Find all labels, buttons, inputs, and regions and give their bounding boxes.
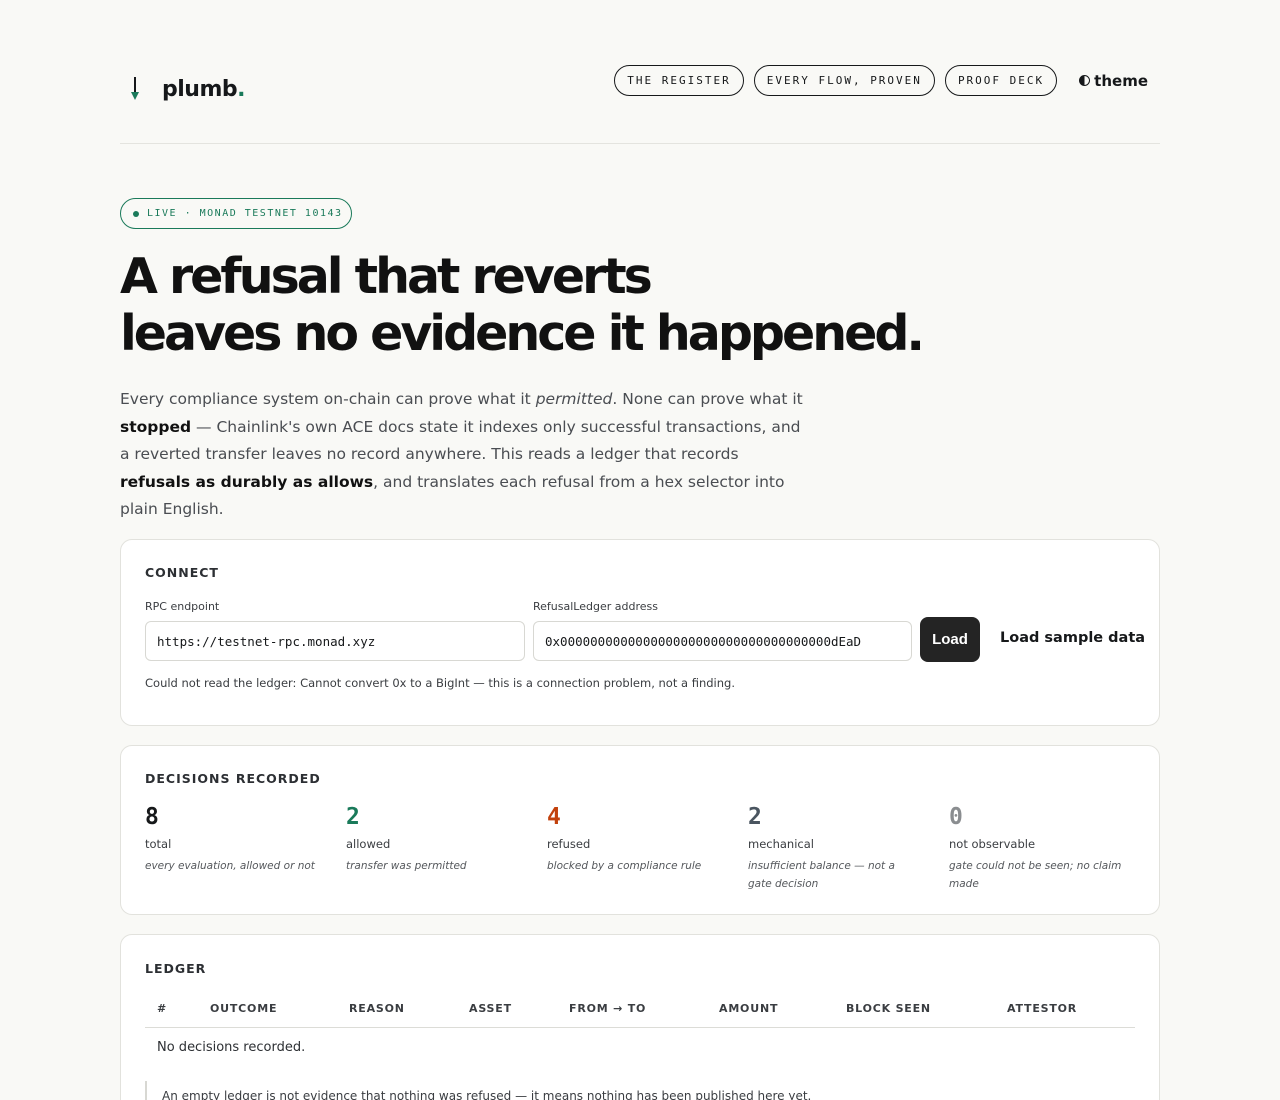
decisions-card: DECISIONS RECORDED 8 total every evaluat… — [120, 745, 1160, 915]
desc-refusals: refusals as durably as allows — [120, 472, 374, 491]
ledger-address-input[interactable] — [533, 621, 912, 661]
col-outcome[interactable]: OUTCOME — [210, 1002, 277, 1015]
stat-value: 2 — [346, 804, 360, 830]
stat-description: insufficient balance — not a gate decisi… — [748, 860, 895, 890]
stat-description: transfer was permitted — [346, 860, 467, 872]
live-dot-icon — [133, 210, 139, 217]
rpc-label: RPC endpoint — [145, 600, 220, 613]
stat-total: 8 total every evaluation, allowed or not — [145, 802, 325, 875]
logo-text: plumb — [162, 76, 238, 102]
ledger-note: An empty ledger is not evidence that not… — [145, 1081, 811, 1100]
col-block-seen[interactable]: BLOCK SEEN — [846, 1002, 931, 1015]
desc-permitted: permitted — [535, 390, 613, 408]
decisions-title: DECISIONS RECORDED — [145, 771, 321, 786]
stat-description: gate could not be seen; no claim made — [949, 860, 1122, 890]
ledger-card: LEDGER # OUTCOME REASON ASSET FROM → TO … — [120, 934, 1160, 1100]
stat-refused: 4 refused blocked by a compliance rule — [547, 802, 727, 875]
load-sample-data-button[interactable]: Load sample data — [1000, 630, 1145, 646]
page-title: A refusal that reverts leaves no evidenc… — [120, 248, 1020, 362]
logo-dot: . — [237, 76, 246, 102]
desc-part-3: — Chainlink's own ACE docs state it inde… — [120, 417, 801, 464]
address-label: RefusalLedger address — [533, 600, 658, 613]
col-attestor[interactable]: ATTESTOR — [1007, 1002, 1077, 1015]
stat-label: mechanical — [748, 837, 814, 851]
connection-error: Could not read the ledger: Cannot conver… — [145, 676, 735, 690]
stat-label: refused — [547, 837, 591, 851]
col-amount[interactable]: AMOUNT — [719, 1002, 778, 1015]
connect-title: CONNECT — [145, 565, 219, 580]
theme-toggle-button[interactable]: theme — [1079, 72, 1148, 90]
connect-card: CONNECT RPC endpoint RefusalLedger addre… — [120, 539, 1160, 726]
stat-value: 8 — [145, 804, 159, 830]
load-button[interactable]: Load — [920, 617, 980, 662]
stat-value: 4 — [547, 804, 561, 830]
top-nav: THE REGISTER EVERY FLOW, PROVEN PROOF DE… — [604, 65, 1160, 96]
nav-proof-deck[interactable]: PROOF DECK — [944, 65, 1058, 96]
ledger-title: LEDGER — [145, 961, 207, 976]
stat-mechanical: 2 mechanical insufficient balance — not … — [748, 802, 918, 893]
title-line-2: leaves no evidence it happened. — [120, 305, 925, 362]
stat-description: every evaluation, allowed or not — [145, 860, 315, 872]
stat-value: 0 — [949, 804, 963, 830]
desc-part-1: Every compliance system on-chain can pro… — [120, 390, 536, 408]
col-from-to[interactable]: FROM → TO — [569, 1002, 646, 1015]
col-asset[interactable]: ASSET — [469, 1002, 512, 1015]
network-status-badge: LIVE · MONAD TESTNET 10143 — [120, 198, 352, 229]
logo[interactable]: plumb. — [128, 74, 245, 104]
col-index[interactable]: # — [157, 1002, 167, 1015]
hero-description: Every compliance system on-chain can pro… — [120, 386, 810, 524]
stat-value: 2 — [748, 804, 762, 830]
desc-stopped: stopped — [120, 417, 192, 436]
theme-label: theme — [1094, 71, 1148, 90]
stat-label: total — [145, 837, 172, 851]
ledger-table-header: # OUTCOME REASON ASSET FROM → TO AMOUNT … — [145, 997, 1135, 1028]
stat-label: not observable — [949, 837, 1036, 851]
stat-allowed: 2 allowed transfer was permitted — [346, 802, 526, 875]
site-header: plumb. THE REGISTER EVERY FLOW, PROVEN P… — [120, 60, 1160, 144]
rpc-endpoint-input[interactable] — [145, 621, 525, 661]
ledger-empty-message: No decisions recorded. — [157, 1040, 306, 1055]
title-line-1: A refusal that reverts — [120, 248, 653, 305]
desc-part-2: . None can prove what it — [612, 390, 803, 408]
plumb-bob-icon — [128, 74, 142, 104]
nav-the-register[interactable]: THE REGISTER — [614, 65, 744, 96]
half-circle-icon — [1079, 75, 1091, 86]
nav-every-flow-proven[interactable]: EVERY FLOW, PROVEN — [753, 65, 935, 96]
stat-description: blocked by a compliance rule — [547, 860, 702, 872]
stat-label: allowed — [346, 837, 391, 851]
col-reason[interactable]: REASON — [349, 1002, 405, 1015]
stat-not-observable: 0 not observable gate could not be seen;… — [949, 802, 1149, 893]
badge-label: LIVE · MONAD TESTNET 10143 — [147, 208, 343, 219]
